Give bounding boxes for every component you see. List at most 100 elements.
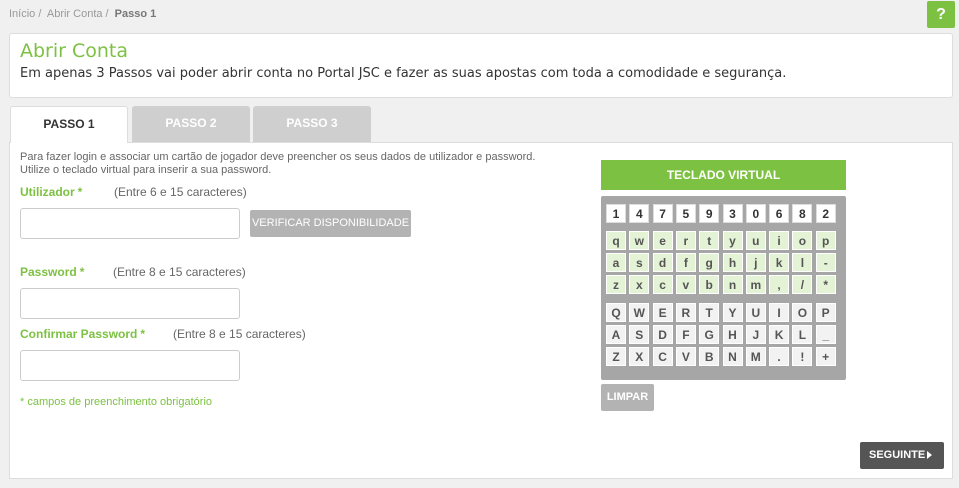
key[interactable]: U: [745, 303, 766, 322]
key[interactable]: 0: [745, 204, 766, 223]
username-label: Utilizador *: [20, 185, 82, 199]
key[interactable]: z: [606, 275, 626, 294]
key[interactable]: T: [699, 303, 720, 322]
key[interactable]: s: [629, 253, 650, 272]
key[interactable]: 9: [699, 204, 720, 223]
key[interactable]: /: [792, 275, 813, 294]
key[interactable]: y: [722, 231, 743, 250]
virtual-keyboard-title: TECLADO VIRTUAL: [601, 160, 846, 190]
key[interactable]: W: [629, 303, 650, 322]
key[interactable]: J: [745, 325, 766, 344]
breadcrumb-home-link[interactable]: Início /: [9, 8, 41, 20]
required-star: *: [140, 327, 146, 341]
key[interactable]: I: [769, 303, 790, 322]
key[interactable]: X: [629, 347, 650, 366]
breadcrumb-current: Passo 1: [114, 8, 157, 20]
key[interactable]: D: [652, 325, 673, 344]
breadcrumb-open-account-link[interactable]: Abrir Conta /: [47, 8, 109, 20]
key[interactable]: N: [722, 347, 743, 366]
form-info-line-2: Utilize o teclado virtual para inserir a…: [20, 164, 272, 176]
page-title: Abrir Conta: [20, 40, 129, 62]
key[interactable]: V: [675, 347, 696, 366]
key[interactable]: Y: [722, 303, 743, 322]
key[interactable]: 6: [769, 204, 790, 223]
key[interactable]: ,: [769, 275, 790, 294]
key[interactable]: Q: [606, 303, 626, 322]
password-label-text: Password: [20, 265, 77, 279]
key[interactable]: f: [675, 253, 696, 272]
key[interactable]: 7: [652, 204, 673, 223]
clear-button[interactable]: LIMPAR: [601, 384, 654, 411]
key[interactable]: x: [629, 275, 650, 294]
key[interactable]: !: [792, 347, 813, 366]
required-star: *: [77, 185, 83, 199]
confirm-password-input[interactable]: [20, 350, 240, 381]
key[interactable]: 5: [675, 204, 696, 223]
key[interactable]: C: [652, 347, 673, 366]
password-hint: (Entre 8 e 15 caracteres): [113, 265, 246, 279]
confirm-password-hint: (Entre 8 e 15 caracteres): [173, 327, 306, 341]
key[interactable]: B: [699, 347, 720, 366]
username-hint: (Entre 6 e 15 caracteres): [114, 185, 247, 199]
key[interactable]: n: [722, 275, 743, 294]
key[interactable]: h: [722, 253, 743, 272]
key[interactable]: A: [606, 325, 626, 344]
virtual-keyboard: 1 4 7 5 9 3 0 6 8 2 q w e r t y u i o p a s d f g h j k l - z x c v b n m, / *…: [601, 196, 846, 380]
key[interactable]: l: [792, 253, 813, 272]
key[interactable]: a: [606, 253, 626, 272]
key[interactable]: 2: [815, 204, 836, 223]
form-info-line-1: Para fazer login e associar um cartão de…: [20, 151, 536, 163]
key[interactable]: c: [652, 275, 673, 294]
next-button-label: SEGUINTE: [869, 449, 926, 461]
key[interactable]: O: [792, 303, 813, 322]
verify-availability-button[interactable]: VERIFICAR DISPONIBILIDADE: [250, 210, 411, 237]
key[interactable]: K: [769, 325, 790, 344]
key[interactable]: G: [699, 325, 720, 344]
key[interactable]: d: [652, 253, 673, 272]
key[interactable]: e: [652, 231, 673, 250]
next-button[interactable]: SEGUINTE: [860, 442, 944, 469]
key[interactable]: j: [745, 253, 766, 272]
key[interactable]: r: [675, 231, 696, 250]
chevron-right-icon: [927, 451, 932, 459]
key[interactable]: 8: [792, 204, 813, 223]
key[interactable]: b: [699, 275, 720, 294]
key[interactable]: g: [699, 253, 720, 272]
key[interactable]: +: [815, 347, 836, 366]
key[interactable]: q: [606, 231, 626, 250]
key[interactable]: P: [815, 303, 836, 322]
key[interactable]: 3: [722, 204, 743, 223]
required-star: *: [79, 265, 85, 279]
key[interactable]: 4: [629, 204, 650, 223]
key[interactable]: E: [652, 303, 673, 322]
password-input[interactable]: [20, 288, 240, 319]
tab-step-2[interactable]: PASSO 2: [132, 106, 250, 142]
key[interactable]: *: [815, 275, 836, 294]
key[interactable]: p: [815, 231, 836, 250]
key[interactable]: _: [815, 325, 836, 344]
password-label: Password *: [20, 265, 84, 279]
key[interactable]: H: [722, 325, 743, 344]
key[interactable]: R: [675, 303, 696, 322]
key[interactable]: u: [745, 231, 766, 250]
key[interactable]: .: [769, 347, 790, 366]
key[interactable]: M: [745, 347, 766, 366]
username-input[interactable]: [20, 208, 240, 239]
tab-step-3[interactable]: PASSO 3: [253, 106, 371, 142]
tab-step-1[interactable]: PASSO 1: [10, 106, 128, 143]
key[interactable]: L: [792, 325, 813, 344]
key[interactable]: o: [792, 231, 813, 250]
key[interactable]: t: [699, 231, 720, 250]
key[interactable]: v: [675, 275, 696, 294]
key[interactable]: Z: [606, 347, 626, 366]
intro-text: Em apenas 3 Passos vai poder abrir conta…: [20, 66, 787, 81]
key[interactable]: k: [769, 253, 790, 272]
key[interactable]: S: [629, 325, 650, 344]
key[interactable]: w: [629, 231, 650, 250]
help-button[interactable]: ?: [927, 1, 955, 28]
key[interactable]: m: [745, 275, 766, 294]
key[interactable]: i: [769, 231, 790, 250]
key[interactable]: -: [815, 253, 836, 272]
key[interactable]: F: [675, 325, 696, 344]
key[interactable]: 1: [606, 204, 626, 223]
